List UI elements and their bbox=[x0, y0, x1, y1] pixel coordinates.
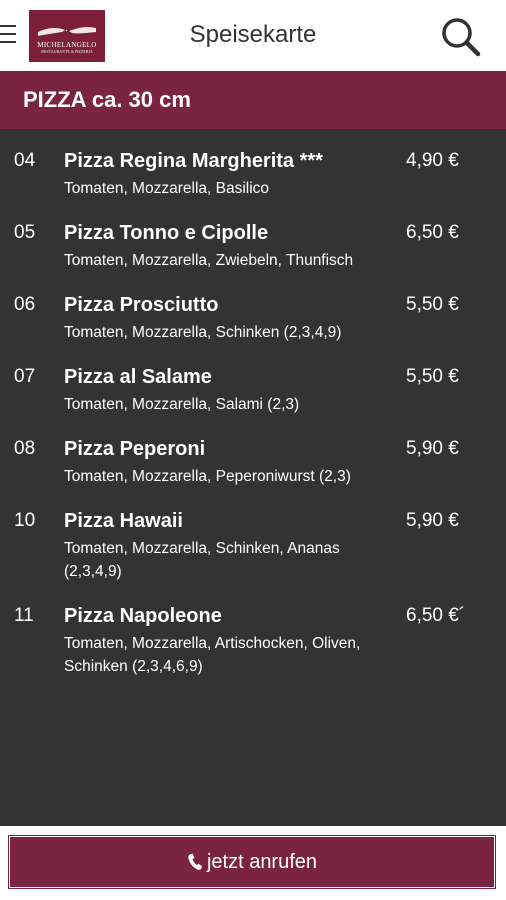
item-name: Pizza al Salame bbox=[64, 366, 212, 388]
item-name: Pizza Regina Margherita *** bbox=[64, 150, 323, 172]
item-number: 04 bbox=[14, 150, 36, 171]
item-description: Tomaten, Mozzarella, Schinken, Ananas (2… bbox=[64, 540, 340, 580]
page-title: Speisekarte bbox=[189, 21, 317, 48]
item-name: Pizza Hawaii bbox=[64, 510, 183, 532]
item-price: 5,90 € bbox=[406, 510, 459, 531]
item-description: Tomaten, Mozzarella, Basilico bbox=[64, 180, 270, 197]
app-header: MICHELANGELO RESTAURANTE & PIZZERIA Spei… bbox=[0, 0, 506, 71]
item-number: 07 bbox=[14, 366, 36, 387]
item-number: 08 bbox=[14, 438, 36, 459]
search-icon[interactable] bbox=[440, 16, 482, 58]
item-number: 11 bbox=[14, 605, 34, 626]
item-description: Tomaten, Mozzarella, Zwiebeln, Thunfisch bbox=[64, 252, 354, 269]
phone-icon bbox=[188, 853, 202, 870]
item-name: Pizza Napoleone bbox=[64, 605, 222, 627]
item-price: 5,90 € bbox=[406, 438, 459, 459]
item-description: Tomaten, Mozzarella, Schinken (2,3,4,9) bbox=[64, 324, 342, 341]
category-header: PIZZA ca. 30 cm bbox=[0, 71, 506, 129]
bottom-bar: jetzt anrufen bbox=[0, 826, 506, 900]
item-price: 6,50 €´ bbox=[406, 605, 466, 626]
call-button[interactable]: jetzt anrufen bbox=[9, 836, 495, 888]
item-number: 06 bbox=[14, 294, 36, 315]
item-name: Pizza Prosciutto bbox=[64, 294, 219, 316]
item-price: 4,90 € bbox=[406, 150, 459, 171]
item-description: Tomaten, Mozzarella, Salami (2,3) bbox=[64, 396, 300, 413]
item-number: 05 bbox=[14, 222, 36, 243]
item-description: Tomaten, Mozzarella, Peperoniwurst (2,3) bbox=[64, 468, 351, 485]
item-price: 5,50 € bbox=[406, 294, 459, 315]
call-button-label: jetzt anrufen bbox=[206, 850, 318, 873]
item-number: 10 bbox=[14, 510, 36, 531]
item-name: Pizza Peperoni bbox=[64, 438, 206, 460]
item-description: Tomaten, Mozzarella, Artischocken, Olive… bbox=[64, 635, 361, 675]
item-name: Pizza Tonno e Cipolle bbox=[64, 222, 269, 244]
category-title: PIZZA ca. 30 cm bbox=[23, 87, 191, 112]
item-price: 5,50 € bbox=[406, 366, 459, 387]
item-price: 6,50 € bbox=[406, 222, 459, 243]
app-screen: MICHELANGELO RESTAURANTE & PIZZERIA Spei… bbox=[0, 0, 506, 900]
